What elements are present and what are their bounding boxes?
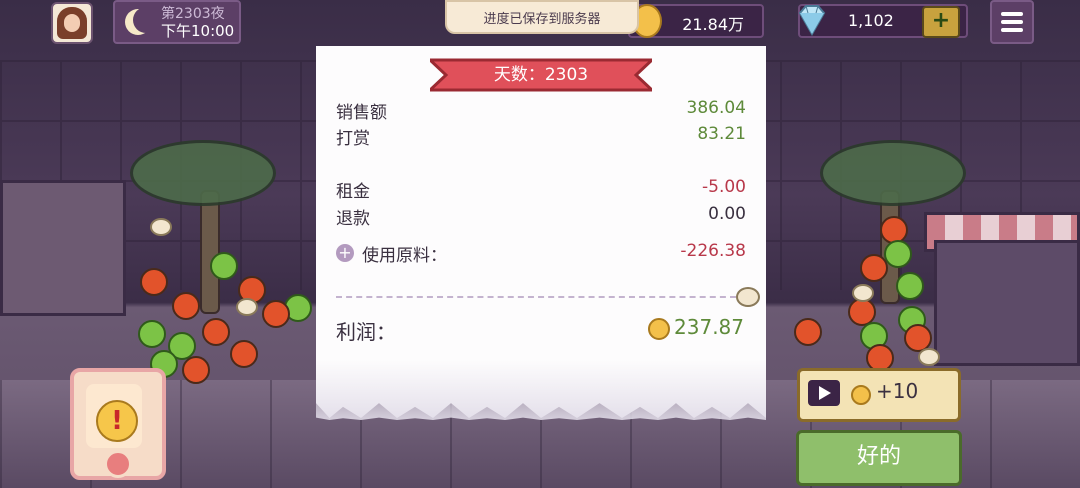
watch-ad-button[interactable]: +10 <box>797 368 961 422</box>
player-avatar[interactable] <box>51 2 93 44</box>
coin-amount: 21.84万 <box>682 15 744 34</box>
play-icon <box>808 380 840 406</box>
pepper-slice <box>884 240 912 268</box>
coin-icon <box>648 318 670 340</box>
plus-circle-icon[interactable]: + <box>336 244 354 262</box>
day-title: 天数：2303 <box>493 65 589 85</box>
garlic-clove <box>236 298 258 316</box>
menu-button[interactable] <box>990 0 1034 44</box>
receipt-row-ingredients[interactable]: + 使用原料： -226.38 <box>336 241 746 266</box>
avatar-face <box>64 14 80 32</box>
clock-time: 下午10:00 <box>161 22 235 40</box>
gem-icon <box>798 5 826 37</box>
moon-icon <box>133 7 159 33</box>
tomato-slice <box>860 254 888 282</box>
tomato-slice <box>140 268 168 296</box>
alert-icon: ! <box>96 400 138 442</box>
garlic-clove <box>852 284 874 302</box>
receipt-shading <box>316 360 766 420</box>
menu-icon <box>1001 20 1023 24</box>
receipt-divider <box>336 296 736 298</box>
garlic-icon <box>736 287 760 307</box>
receipt-row-refund: 退款 0.00 <box>336 204 746 229</box>
row-label: 退款 <box>336 209 370 229</box>
palm-leaves <box>130 140 276 206</box>
menu-icon <box>1001 28 1023 32</box>
tomato-slice <box>794 318 822 346</box>
gem-balance: 1,102 + <box>798 4 968 38</box>
palm-trunk <box>200 190 220 314</box>
gem-amount: 1,102 <box>848 11 894 30</box>
row-label: 打赏 <box>336 129 370 149</box>
tomato-slice <box>202 318 230 346</box>
row-value: 0.00 <box>708 204 746 224</box>
pepper-slice <box>896 272 924 300</box>
row-value: 386.04 <box>686 98 746 118</box>
row-value: 83.21 <box>697 124 746 144</box>
add-gems-button[interactable]: + <box>922 6 960 38</box>
tomato-slice <box>262 300 290 328</box>
day-time-panel: 第2303夜 下午10:00 <box>113 0 241 44</box>
ok-button[interactable]: 好的 <box>796 430 962 486</box>
alert-indicator <box>104 450 132 478</box>
ad-reward-amount: +10 <box>876 379 919 403</box>
pepper-slice <box>210 252 238 280</box>
row-label: 租金 <box>336 182 370 202</box>
alert-card[interactable]: ! <box>70 368 166 480</box>
tomato-slice <box>172 292 200 320</box>
profit-label: 利润： <box>336 320 396 344</box>
row-label: 使用原料： <box>362 246 447 266</box>
tomato-slice <box>182 356 210 384</box>
tomato-slice <box>230 340 258 368</box>
left-stall <box>0 180 126 316</box>
coin-balance: 21.84万 <box>628 4 764 38</box>
profit-value: 237.87 <box>674 315 744 339</box>
pepper-slice <box>138 320 166 348</box>
coin-icon <box>851 385 871 405</box>
receipt-row-tips: 打赏 83.21 <box>336 124 746 149</box>
row-label: 销售额 <box>336 103 387 123</box>
menu-icon <box>1001 12 1023 16</box>
row-value: -226.38 <box>680 241 746 261</box>
row-value: -5.00 <box>702 177 746 197</box>
palm-leaves <box>820 140 966 206</box>
receipt-row-sales: 销售额 386.04 <box>336 98 746 123</box>
right-stall <box>934 240 1080 366</box>
garlic-clove <box>150 218 172 236</box>
garlic-clove <box>918 348 940 366</box>
save-toast: 进度已保存到服务器 <box>445 0 639 34</box>
receipt-row-rent: 租金 -5.00 <box>336 177 746 202</box>
